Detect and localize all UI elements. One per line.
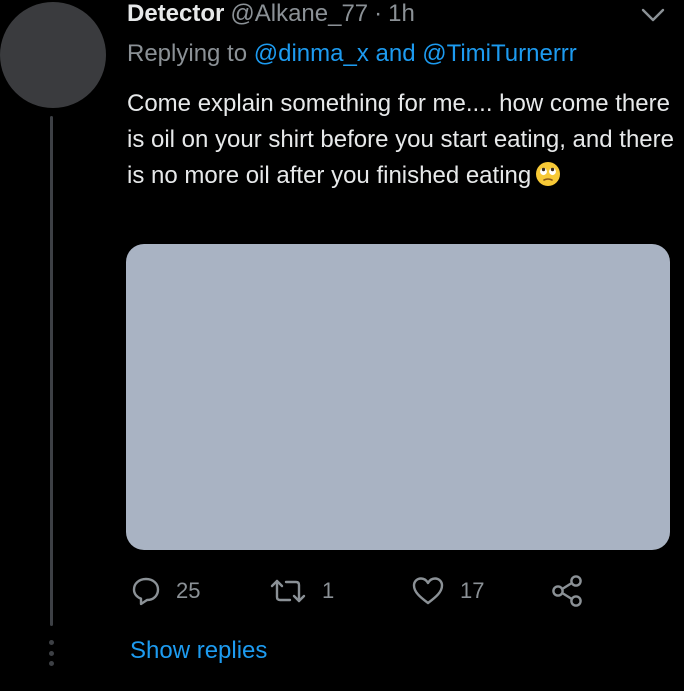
header-separator: · (374, 0, 383, 27)
share-button[interactable] (550, 574, 586, 608)
replying-to: Replying to @dinma_x and @TimiTurnerrr (127, 40, 577, 68)
author-handle[interactable]: @Alkane_77 (230, 0, 368, 28)
mention-link[interactable]: @dinma_x (254, 40, 369, 67)
media-attachment[interactable] (126, 244, 670, 550)
retweet-count: 1 (322, 578, 335, 603)
reply-icon (130, 575, 162, 607)
share-icon (550, 574, 586, 608)
timestamp[interactable]: 1h (388, 0, 415, 28)
show-replies-link[interactable]: Show replies (130, 637, 267, 665)
mention-link[interactable]: @TimiTurnerrr (422, 40, 577, 67)
retweet-icon (268, 575, 308, 607)
thread-dot (49, 640, 54, 645)
reply-prefix: Replying to (127, 40, 248, 67)
reply-count: 25 (176, 578, 201, 603)
tweet-text-body: Come explain something for me.... how co… (127, 90, 674, 189)
thread-dot (49, 661, 54, 666)
like-count: 17 (460, 578, 485, 603)
chevron-down-icon[interactable] (640, 6, 666, 24)
retweet-button[interactable]: 1 (268, 574, 334, 608)
author-name[interactable]: Detector (127, 0, 224, 28)
thread-dot (49, 650, 54, 656)
like-button[interactable]: 17 (410, 574, 484, 608)
tweet-header: Detector @Alkane_77 · 1h (127, 0, 415, 30)
thread-continuation-dots (49, 640, 54, 666)
reply-button[interactable]: 25 (130, 574, 200, 608)
face-with-rolling-eyes-icon (535, 161, 561, 187)
reply-conjunction[interactable]: and (376, 40, 416, 67)
avatar[interactable] (0, 2, 106, 108)
tweet-text: Come explain something for me.... how co… (127, 86, 677, 194)
heart-icon (410, 575, 446, 607)
thread-line (50, 116, 53, 626)
